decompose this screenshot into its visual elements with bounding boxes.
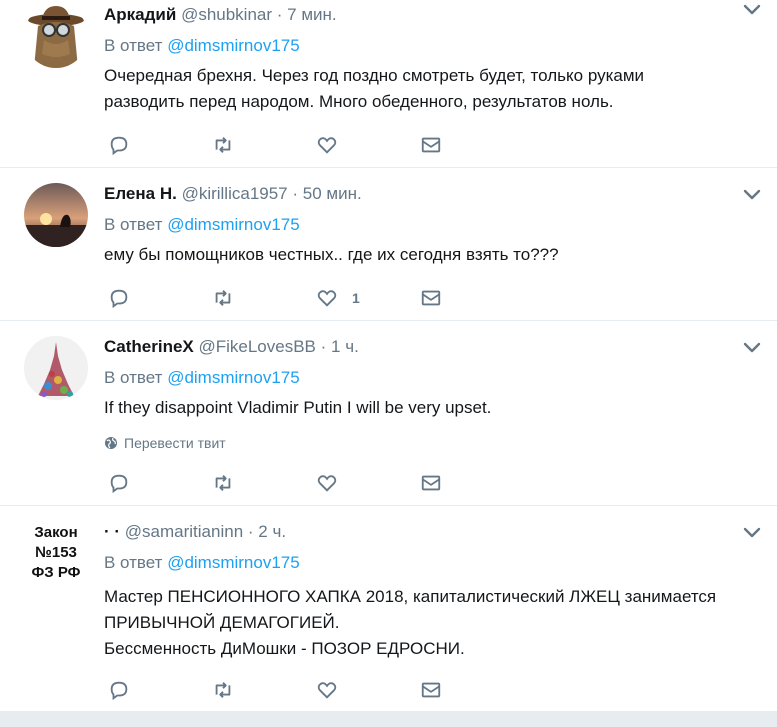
envelope-icon [421, 290, 441, 306]
avatar[interactable] [24, 336, 88, 400]
reply-context: В ответ @dimsmirnov175 [104, 367, 757, 389]
translate-label[interactable]: Перевести твит [124, 435, 226, 451]
message-button[interactable] [420, 133, 442, 157]
separator: · [320, 337, 327, 356]
reply-context: В ответ @dimsmirnov175 [104, 552, 757, 574]
timestamp[interactable]: 50 мин. [303, 184, 362, 203]
reply-prefix: В ответ [104, 553, 163, 572]
separator: · [276, 5, 283, 24]
reply-to-link[interactable]: @dimsmirnov175 [167, 36, 300, 55]
message-button[interactable] [420, 471, 442, 495]
avatar-text-line: Закон [34, 524, 78, 541]
message-button[interactable] [420, 286, 442, 310]
reply-button[interactable] [108, 133, 130, 157]
avatar-text-line: №153 [35, 544, 77, 561]
like-button[interactable] [316, 678, 338, 702]
like-button[interactable]: 1 [316, 286, 360, 310]
tweet-text-line: Очередная брехня. Через год поздно смотр… [104, 66, 645, 85]
separator: · [247, 522, 254, 541]
reply-icon [110, 136, 128, 156]
retweet-button[interactable] [212, 286, 234, 310]
retweet-icon [215, 137, 231, 153]
author-handle[interactable]: @FikeLovesBB [198, 337, 315, 356]
heart-icon [317, 682, 337, 699]
heart-icon [317, 290, 337, 307]
retweet-button[interactable] [212, 133, 234, 157]
translate-link[interactable]: Перевести твит [104, 435, 757, 451]
like-count: 1 [352, 290, 360, 306]
reply-to-link[interactable]: @dimsmirnov175 [167, 553, 300, 572]
reply-prefix: В ответ [104, 368, 163, 387]
timestamp[interactable]: 2 ч. [258, 522, 286, 541]
chevron-down-icon[interactable] [743, 527, 761, 539]
envelope-icon [421, 475, 441, 491]
reply-button[interactable] [108, 471, 130, 495]
like-button[interactable] [316, 133, 338, 157]
author-name[interactable]: CatherineX [104, 337, 194, 356]
retweet-icon [215, 682, 231, 698]
reply-to-link[interactable]: @dimsmirnov175 [167, 215, 300, 234]
author-name[interactable]: Елена Н. [104, 184, 177, 203]
author-name[interactable]: Аркадий [104, 5, 176, 24]
author-handle[interactable]: @shubkinar [181, 5, 272, 24]
reply-context: В ответ @dimsmirnov175 [104, 214, 757, 236]
timestamp[interactable]: 7 мин. [287, 5, 336, 24]
timestamp[interactable]: 1 ч. [331, 337, 359, 356]
separator: · [292, 184, 299, 203]
tweet[interactable]: Закон №153 ФЗ РФ · · @samaritianinn · 2 … [0, 506, 777, 711]
avatar[interactable] [24, 4, 88, 68]
avatar[interactable]: Закон №153 ФЗ РФ [24, 521, 88, 585]
tweet-text: ему бы помощников честных.. где их сегод… [104, 242, 757, 268]
timeline-footer [0, 711, 777, 727]
reply-prefix: В ответ [104, 215, 163, 234]
tweet-text-line: Мастер ПЕНСИОННОГО ХАПКА 2018, капиталис… [104, 587, 717, 606]
author-handle[interactable]: @kirillica1957 [182, 184, 288, 203]
globe-icon [105, 437, 117, 449]
envelope-icon [421, 137, 441, 153]
tweet-text-line: ему бы помощников честных.. где их сегод… [104, 245, 559, 264]
tweet[interactable]: Аркадий @shubkinar · 7 мин. В ответ @dim… [0, 0, 777, 168]
chevron-down-icon[interactable] [743, 189, 761, 201]
reply-button[interactable] [108, 286, 130, 310]
tweet-text-line: If they disappoint Vladimir Putin I will… [104, 398, 492, 417]
tweet-text-line: Бессменность ДиМошки - ПОЗОР ЕДРОСНИ. [104, 639, 465, 658]
reply-button[interactable] [108, 678, 130, 702]
chevron-down-icon[interactable] [743, 4, 761, 16]
retweet-icon [215, 475, 231, 491]
reply-icon [110, 681, 128, 701]
reply-to-link[interactable]: @dimsmirnov175 [167, 368, 300, 387]
heart-icon [317, 137, 337, 154]
retweet-icon [215, 290, 231, 306]
tweet-text: If they disappoint Vladimir Putin I will… [104, 395, 757, 421]
avatar[interactable] [24, 183, 88, 247]
reply-context: В ответ @dimsmirnov175 [104, 35, 757, 57]
heart-icon [317, 475, 337, 492]
message-button[interactable] [420, 678, 442, 702]
author-handle[interactable]: @samaritianinn [125, 522, 243, 541]
reply-icon [110, 289, 128, 309]
tweet[interactable]: CatherineX @FikeLovesBB · 1 ч. В ответ @… [0, 321, 777, 506]
reply-prefix: В ответ [104, 36, 163, 55]
envelope-icon [421, 682, 441, 698]
tweet[interactable]: Елена Н. @kirillica1957 · 50 мин. В отве… [0, 168, 777, 321]
chevron-down-icon[interactable] [743, 342, 761, 354]
avatar-text-line: ФЗ РФ [31, 564, 81, 581]
retweet-button[interactable] [212, 471, 234, 495]
retweet-button[interactable] [212, 678, 234, 702]
tweet-text-line: ПРИВЫЧНОЙ ДЕМАГОГИЕЙ. [104, 613, 340, 632]
tweet-text: Мастер ПЕНСИОННОГО ХАПКА 2018, капиталис… [104, 584, 757, 662]
author-name[interactable]: · · [104, 522, 120, 541]
like-button[interactable] [316, 471, 338, 495]
reply-icon [110, 474, 128, 494]
tweet-text-line: разводить перед народом. Много обеденног… [104, 92, 614, 111]
tweet-text: Очередная брехня. Через год поздно смотр… [104, 63, 757, 115]
